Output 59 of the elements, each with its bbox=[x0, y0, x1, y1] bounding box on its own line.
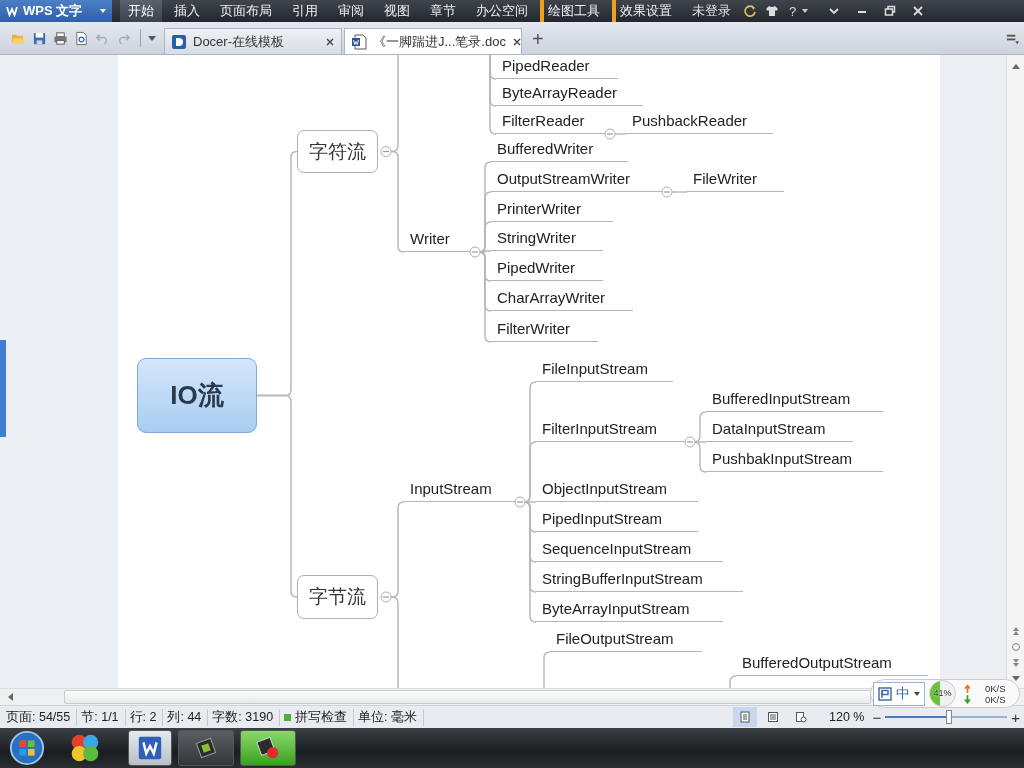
ribbon-tab[interactable]: 办公空间 bbox=[468, 0, 536, 22]
mind-map-node: FilterWriter bbox=[491, 319, 598, 342]
mind-map-node: SequenceInputStream bbox=[536, 539, 723, 562]
tab-title: 《一脚踹进J...笔录.doc bbox=[373, 32, 506, 51]
ribbon-tab[interactable]: 审阅 bbox=[330, 0, 372, 22]
zoom-out-button[interactable]: − bbox=[868, 708, 886, 726]
ribbon-tab[interactable]: 开始 bbox=[120, 0, 162, 22]
ribbon-tab[interactable]: 引用 bbox=[284, 0, 326, 22]
mind-map-node: BufferedInputStream bbox=[706, 389, 883, 412]
mind-map-node: FilterInputStream bbox=[536, 419, 686, 442]
main-topic: 字节流 bbox=[297, 575, 378, 619]
upload-rate: 0K/S bbox=[985, 682, 1006, 694]
document-tab[interactable]: 《一脚踹进J...笔录.doc bbox=[344, 28, 522, 54]
mind-map-node: ByteArrayReader bbox=[496, 83, 643, 106]
input-mode-text[interactable]: 中 bbox=[896, 684, 910, 703]
main-topic: 字符流 bbox=[297, 130, 378, 173]
mind-map-node: FileWriter bbox=[687, 169, 784, 192]
mind-map-node: FileInputStream bbox=[536, 359, 673, 382]
mind-map-node: OutputStreamWriter bbox=[491, 169, 663, 192]
central-topic: IO流 bbox=[137, 358, 257, 433]
mind-map-node: PipedInputStream bbox=[536, 509, 698, 532]
mind-map-node: DataInputStream bbox=[706, 419, 853, 442]
tab-title: Docer-在线模板 bbox=[193, 32, 284, 51]
input-method-bar[interactable]: 中 bbox=[873, 681, 925, 706]
mind-map-node: BufferedOutputStream bbox=[736, 653, 928, 676]
unit-text: 单位: 毫米 bbox=[358, 708, 425, 726]
mind-map-node: ByteArrayInputStream bbox=[536, 599, 723, 622]
mind-map-node: InputStream bbox=[404, 479, 516, 502]
mind-map-node: PrinterWriter bbox=[491, 199, 613, 222]
status-text: 字数: 3190 bbox=[212, 708, 281, 726]
mind-map-node: StringWriter bbox=[491, 228, 603, 251]
status-text: 节: 1/1 bbox=[81, 708, 126, 726]
help-button[interactable]: ? bbox=[783, 3, 799, 19]
mind-map-node: StringBufferInputStream bbox=[536, 569, 743, 592]
mind-map-node: FileOutputStream bbox=[550, 629, 702, 652]
mind-map-node: PipedWriter bbox=[491, 258, 603, 281]
mind-map-node: CharArrayWriter bbox=[491, 288, 633, 311]
mind-map-node: BufferedWriter bbox=[491, 139, 628, 162]
download-rate: 0K/S bbox=[985, 693, 1006, 705]
ribbon-tab[interactable]: 视图 bbox=[376, 0, 418, 22]
ribbon-tab[interactable]: 页面布局 bbox=[212, 0, 280, 22]
document-tab[interactable]: Docer-在线模板 bbox=[164, 28, 342, 54]
ribbon-tab[interactable]: 章节 bbox=[422, 0, 464, 22]
mind-map-node: PipedReader bbox=[496, 56, 618, 79]
ribbon-tab[interactable]: 插入 bbox=[166, 0, 208, 22]
mind-map-node: PushbakInputStream bbox=[706, 449, 883, 472]
mind-map-node: ObjectInputStream bbox=[536, 479, 698, 502]
zoom-level[interactable]: 120 % bbox=[829, 710, 865, 724]
status-text: 列: 44 bbox=[167, 708, 209, 726]
mind-map-node: Writer bbox=[404, 229, 471, 252]
spell-check-button[interactable]: 拼写检查 bbox=[295, 708, 355, 726]
login-status[interactable]: 未登录 bbox=[692, 2, 731, 20]
status-text: 页面: 54/55 bbox=[6, 708, 78, 726]
app-menu-button[interactable]: WPS 文字 bbox=[0, 0, 112, 22]
new-tab-button[interactable]: + bbox=[524, 28, 552, 54]
zoom-in-button[interactable]: + bbox=[1007, 708, 1024, 726]
mind-map-node: FilterReader bbox=[496, 111, 606, 134]
status-text: 行: 2 bbox=[129, 708, 164, 726]
mind-map-node: PushbackReader bbox=[626, 111, 773, 134]
